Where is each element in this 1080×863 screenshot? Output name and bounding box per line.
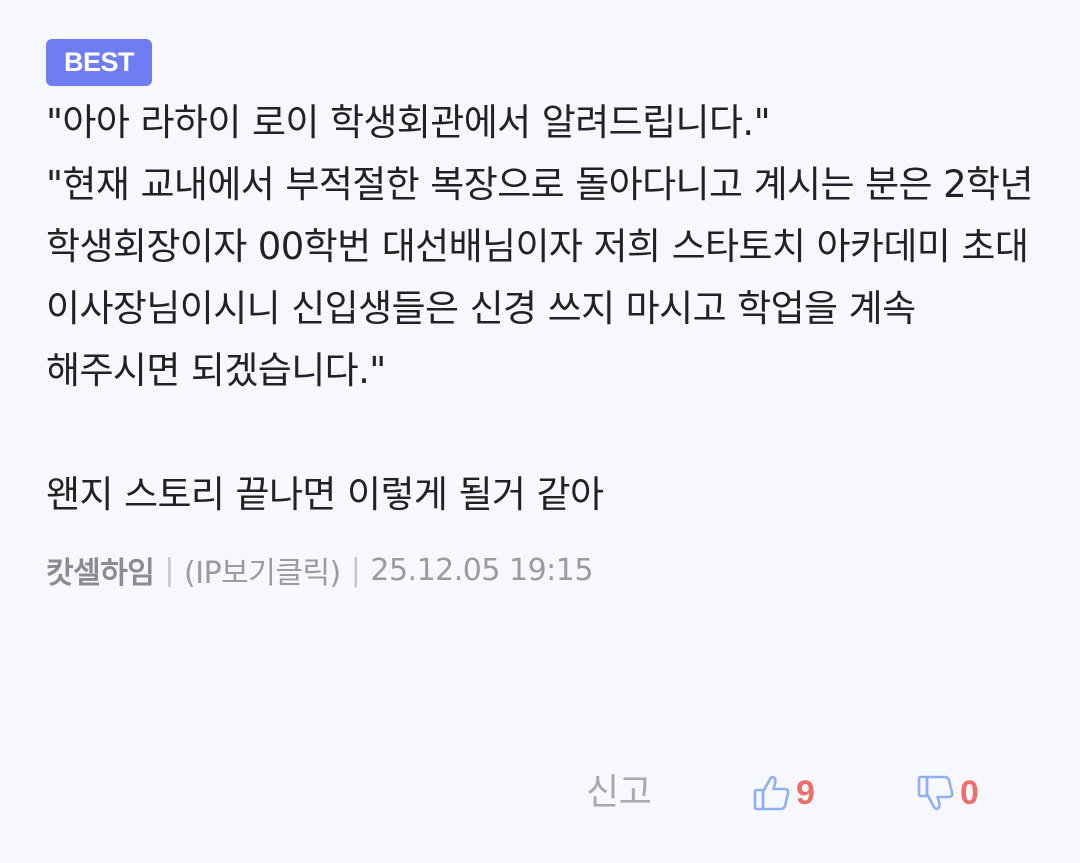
comment-item: BEST "아아 라하이 로이 학생회관에서 알려드립니다." "현재 교내에서… [46, 39, 1036, 594]
upvote-button[interactable]: 9 [752, 768, 815, 818]
thumbs-down-icon [916, 773, 956, 813]
comment-paragraph: "현재 교내에서 부적절한 복장으로 돌아다니고 계시는 분은 2학년 학생회장… [46, 163, 1045, 392]
comment-paragraph: "아아 라하이 로이 학생회관에서 알려드립니다." [46, 101, 771, 144]
comment-paragraph: 왠지 스토리 끝나면 이렇게 될거 같아 [46, 473, 604, 516]
ip-view-link[interactable]: (IP보기클릭) [184, 548, 341, 592]
best-badge: BEST [46, 39, 153, 86]
upvote-count: 9 [796, 774, 815, 812]
downvote-button[interactable]: 0 [916, 768, 979, 818]
comment-datetime: 25.12.05 19:15 [370, 552, 593, 588]
report-button[interactable]: 신고 [586, 768, 652, 818]
comment-actions: 신고 9 0 [0, 768, 1080, 818]
downvote-count: 0 [960, 774, 979, 812]
meta-separator: | [164, 552, 175, 588]
meta-separator: | [350, 552, 361, 588]
comment-meta: 캇셀하임 | (IP보기클릭) | 25.12.05 19:15 [46, 546, 1036, 594]
author-nickname[interactable]: 캇셀하임 [46, 548, 155, 592]
comment-body: "아아 라하이 로이 학생회관에서 알려드립니다." "현재 교내에서 부적절한… [46, 92, 1036, 526]
thumbs-up-icon [752, 773, 792, 813]
